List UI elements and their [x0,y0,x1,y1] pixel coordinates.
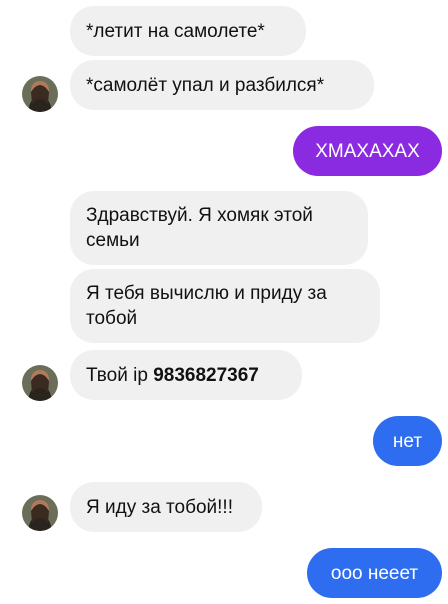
message-text: нет [392,430,423,452]
message-bubble-incoming[interactable]: Здравствуй. Я хомяк этой семьи [70,191,368,265]
avatar-photo-icon [22,365,58,401]
message-text: Я тебя вычислю и приду за тобой [86,283,327,329]
message-text: Здравствуй. Я хомяк этой семьи [86,205,313,251]
message-text: *самолёт упал и разбился* [86,74,325,96]
message-bubble-incoming[interactable]: Твой ip 9836827367 [70,350,302,400]
message-text: Твой ip 9836827367 [86,363,259,388]
avatar[interactable] [22,76,58,112]
message-bubble-incoming[interactable]: Я тебя вычислю и приду за тобой [70,269,380,343]
message-bubble-outgoing[interactable]: ХМАХАХАХ [293,126,442,176]
message-text: ооо нееет [330,562,419,584]
message-bubble-outgoing[interactable]: ооо нееет [307,548,442,598]
message-bubble-outgoing[interactable]: нет [373,416,442,466]
avatar-photo-icon [22,76,58,112]
message-text-prefix: Твой ip [86,364,154,386]
message-bubble-incoming[interactable]: *летит на самолете* [70,6,306,56]
message-bubble-incoming[interactable]: Я иду за тобой!!! [70,482,262,532]
message-text: Я иду за тобой!!! [86,496,233,518]
avatar-photo-icon [22,495,58,531]
avatar[interactable] [22,495,58,531]
message-bubble-incoming[interactable]: *самолёт упал и разбился* [70,60,374,110]
ip-address: 9836827367 [153,364,259,386]
message-text: *летит на самолете* [86,20,265,42]
avatar[interactable] [22,365,58,401]
message-text: ХМАХАХАХ [315,140,420,162]
